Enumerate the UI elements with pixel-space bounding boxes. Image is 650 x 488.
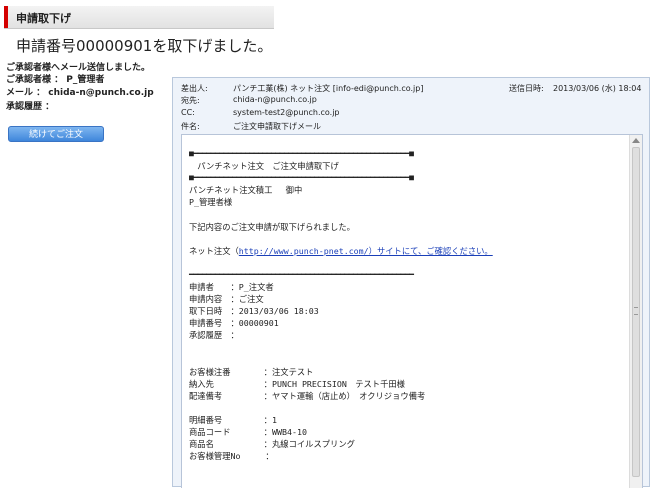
- grip-icon: [634, 307, 638, 315]
- subject-label: 件名:: [181, 122, 200, 131]
- history-row: 承認履歴 ：: [6, 99, 54, 112]
- net-order-line: ネット注文（http://www.punch-pnet.com/）サイトにて、ご…: [189, 245, 629, 257]
- from-label: 差出人:: [181, 84, 208, 93]
- rule-mid: ━━━━━━━━━━━━━━━━━━━━━━━━━━━━━━━━━━━━━━━━…: [189, 269, 414, 279]
- banner-text: パンチネット注文 ご注文申請取下げ: [189, 161, 339, 172]
- accent-bar: [4, 6, 8, 28]
- scroll-thumb[interactable]: [632, 147, 640, 477]
- cc-value: system-test2@punch.co.jp: [233, 108, 340, 117]
- detail-line: 商品コード ：WWB4-10: [189, 427, 307, 438]
- email-scrollbar[interactable]: [629, 135, 642, 488]
- order-line: お客様注番 ：注文テスト: [189, 366, 314, 377]
- rule-top: ■━━━━━━━━━━━━━━━━━━━━━━━━━━━━━━━━━━━━━━━…: [189, 149, 414, 158]
- detail-line: お客様管理No ：: [189, 451, 274, 462]
- detail-line: 商品名 ：丸線コイルスプリング: [189, 439, 355, 450]
- detail-line: 明細番号 ：1: [189, 415, 277, 426]
- site-link[interactable]: http://www.punch-pnet.com/）サイトにて、ご確認ください…: [239, 246, 493, 256]
- company-text: パンチネット注文積工 御中: [189, 185, 303, 196]
- net-order-prefix: ネット注文（: [189, 245, 239, 256]
- email-preview: 差出人: パンチ工業(株) ネット注文 [info-edi@punch.co.j…: [172, 77, 650, 488]
- sent-value: 2013/03/06 (水) 18:04: [553, 84, 642, 93]
- order-line: 配達備考 ：ヤマト運輸（店止め） オクリジョウ備考: [189, 390, 426, 401]
- section-header: 申請取下げ: [4, 6, 274, 29]
- cc-label: CC:: [181, 108, 195, 117]
- to-label: 宛先:: [181, 96, 200, 105]
- recipient-text: P_管理者様: [189, 197, 233, 208]
- scroll-up-icon[interactable]: [632, 138, 640, 143]
- approver-value: P_管理者: [66, 75, 105, 85]
- approver-row: ご承認者様 ： P_管理者: [6, 72, 104, 85]
- email-body-text: ■━━━━━━━━━━━━━━━━━━━━━━━━━━━━━━━━━━━━━━━…: [189, 148, 629, 462]
- order-line: 納入先 ：PUNCH PRECISION テスト千田様: [189, 378, 405, 389]
- approver-label: ご承認者様 ：: [6, 75, 64, 85]
- email-body[interactable]: ■━━━━━━━━━━━━━━━━━━━━━━━━━━━━━━━━━━━━━━━…: [181, 134, 643, 488]
- section-title: 申請取下げ: [16, 12, 71, 25]
- email-label: メール ：: [6, 88, 46, 98]
- rule-bottom: ■━━━━━━━━━━━━━━━━━━━━━━━━━━━━━━━━━━━━━━━…: [189, 173, 414, 183]
- field-line: 申請番号 ：00000901: [189, 318, 279, 329]
- field-line: 取下日時 ：2013/03/06 18:03: [189, 306, 319, 317]
- field-line: 申請内容 ：ご注文: [189, 294, 264, 305]
- intro-text: 下記内容のご注文申請が取下げられました。: [189, 221, 355, 232]
- field-line: 承認履歴 ：: [189, 330, 239, 341]
- email-row: メール ： chida-n@punch.co.jp: [6, 85, 154, 98]
- field-line: 申請者 ：P_注文者: [189, 282, 274, 293]
- history-label: 承認履歴 ：: [6, 102, 55, 112]
- subject-value: ご注文申請取下げメール: [233, 122, 321, 131]
- email-value: chida-n@punch.co.jp: [48, 88, 154, 98]
- email-header: 差出人: パンチ工業(株) ネット注文 [info-edi@punch.co.j…: [173, 78, 649, 133]
- page-headline: 申請番号00000901を取下げました。: [16, 37, 273, 55]
- from-value: パンチ工業(株) ネット注文 [info-edi@punch.co.jp]: [233, 84, 424, 93]
- continue-order-button[interactable]: 続けてご注文: [8, 126, 104, 142]
- sent-label: 送信日時:: [509, 84, 544, 93]
- to-value: chida-n@punch.co.jp: [233, 95, 317, 104]
